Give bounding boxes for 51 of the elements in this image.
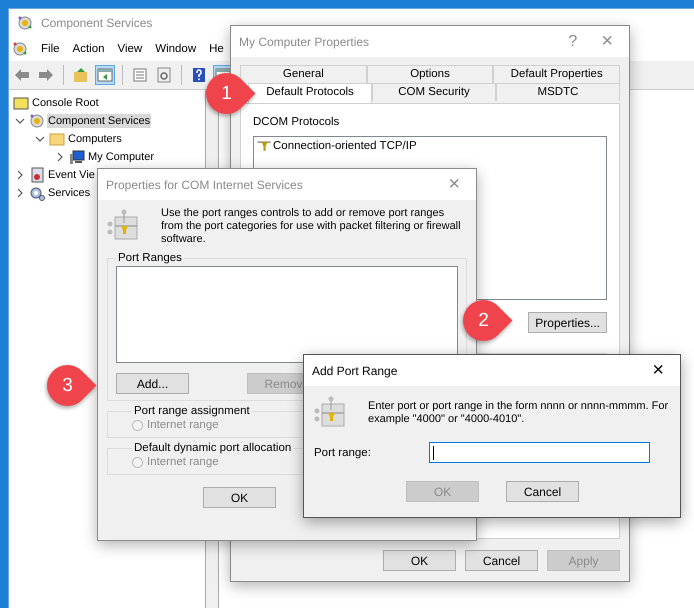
computer-icon [69, 149, 85, 165]
dialog-button[interactable]: Add... [116, 373, 189, 394]
tab[interactable]: Default Properties [493, 65, 620, 83]
tree-item[interactable]: Component Services [47, 114, 152, 128]
menu-item[interactable]: View [118, 43, 142, 55]
tree-item[interactable]: Console Root [31, 96, 100, 110]
tree-item[interactable]: Services [47, 186, 92, 200]
chevron-down-icon[interactable] [35, 134, 45, 144]
chevron-down-icon[interactable] [15, 116, 25, 126]
close-button[interactable]: × [644, 359, 672, 382]
properties-button[interactable]: Properties... [528, 312, 607, 333]
folder-icon [49, 131, 65, 147]
network-plug-icon [257, 140, 271, 152]
dialog-button[interactable]: OK [383, 550, 456, 571]
tab[interactable]: Options [366, 65, 494, 83]
chevron-right-icon[interactable] [55, 152, 65, 162]
menu-item[interactable]: File [41, 43, 60, 55]
tree-pane-icon[interactable] [95, 65, 115, 85]
list-item[interactable]: Connection-oriented TCP/IP [273, 140, 417, 152]
field-label: Port range: [314, 446, 372, 458]
section-label: DCOM Protocols [253, 116, 340, 128]
group-label: Default dynamic port allocation [133, 442, 292, 454]
tab[interactable]: COM Security [372, 83, 496, 101]
ok-button[interactable]: OK [203, 487, 276, 508]
dialog-title: My Computer Properties [239, 34, 370, 48]
chevron-right-icon[interactable] [15, 170, 25, 180]
gear-ball-icon [17, 15, 33, 31]
group-label: Port Ranges [117, 252, 183, 264]
network-port-icon [314, 396, 346, 428]
tree-item[interactable]: Computers [67, 132, 123, 146]
chevron-right-icon[interactable] [15, 188, 25, 198]
dialog-button[interactable]: Cancel [506, 481, 579, 502]
event-log-icon [29, 167, 45, 183]
description-text: Enter port or port range in the form nnnn or nnnn-mmmm. For example "4000" or "4000-4010". [368, 400, 670, 426]
gear-ball-icon [29, 113, 45, 129]
gear-ball-icon[interactable] [12, 41, 28, 57]
tab[interactable]: Default Protocols [248, 83, 372, 103]
menu-item[interactable]: Action [72, 43, 104, 55]
network-port-icon [107, 209, 139, 241]
menu-item[interactable]: He [209, 43, 224, 55]
group-label: Port range assignment [133, 405, 251, 417]
tab[interactable]: MSDTC [496, 83, 620, 101]
folder-icon [13, 95, 29, 111]
input-field[interactable] [429, 442, 650, 463]
tree-item[interactable]: My Computer [87, 150, 156, 164]
dialog-button[interactable]: Cancel [465, 550, 538, 571]
menu-item[interactable]: Window [155, 43, 196, 55]
port-range-list[interactable] [116, 266, 458, 363]
window-title: Component Services [41, 16, 154, 30]
tree-item[interactable]: Event Vie [47, 168, 96, 182]
tab[interactable]: General [240, 65, 367, 83]
